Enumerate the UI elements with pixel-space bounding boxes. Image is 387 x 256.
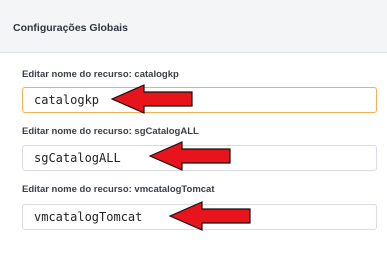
- red-arrow-icon: [148, 141, 231, 171]
- page-title: Configurações Globais: [13, 22, 128, 34]
- red-arrow-icon: [168, 201, 251, 231]
- resource-name-input-catalogkp[interactable]: [22, 87, 377, 113]
- field-label-catalogkp: Editar nome do recurso: catalogkp: [22, 69, 179, 80]
- field-label-sgcatalogall: Editar nome do recurso: sgCatalogALL: [22, 126, 199, 137]
- red-arrow-icon: [110, 84, 193, 114]
- field-label-vmcatalogtomcat: Editar nome do recurso: vmcatalogTomcat: [22, 184, 215, 195]
- panel-header: Configurações Globais: [0, 0, 387, 53]
